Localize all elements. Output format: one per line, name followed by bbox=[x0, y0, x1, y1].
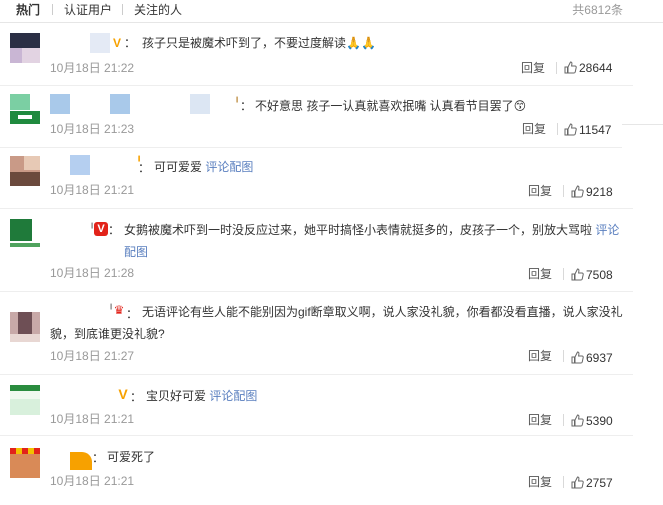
thumbs-up-icon bbox=[564, 61, 577, 74]
comment-item: ： 可爱死了 10月18日 21:21 回复 2757 bbox=[0, 436, 633, 505]
tab-hot[interactable]: 热门 bbox=[16, 3, 40, 17]
thumbs-up-icon bbox=[564, 123, 577, 136]
comment-body: 孩子只是被魔术吓到了，不要过度解读 bbox=[142, 36, 347, 50]
reply-button[interactable]: 回复 bbox=[528, 475, 552, 489]
like-button[interactable]: 2757 bbox=[571, 476, 613, 490]
like-button[interactable]: 5390 bbox=[571, 414, 613, 428]
thumbs-up-icon bbox=[571, 185, 584, 198]
like-count: 9218 bbox=[586, 185, 613, 199]
tab-verified-users[interactable]: 认证用户 bbox=[64, 3, 112, 17]
comment-text: 不好意思 孩子一认真就喜欢抿嘴 认真看节目罢了😙 bbox=[255, 95, 615, 117]
action-divider bbox=[563, 476, 564, 488]
comment-item: ╹ V ： 女鹅被魔术吓到一时没反应过来，她平时搞怪小表情就挺多的，皮孩子一个，… bbox=[0, 209, 633, 292]
orange-v-badge-icon: V bbox=[118, 386, 128, 402]
like-button[interactable]: 9218 bbox=[571, 185, 613, 199]
like-button[interactable]: 11547 bbox=[564, 123, 611, 137]
avatar[interactable] bbox=[10, 385, 40, 415]
comment-body: 可可爱爱 bbox=[154, 160, 206, 174]
action-divider bbox=[556, 62, 557, 74]
comment-timestamp: 10月18日 21:21 bbox=[50, 183, 135, 197]
divider bbox=[622, 124, 663, 125]
like-button[interactable]: 6937 bbox=[571, 351, 613, 365]
avatar[interactable] bbox=[10, 94, 40, 124]
like-count: 7508 bbox=[586, 268, 613, 282]
username-colon: ： bbox=[240, 99, 253, 113]
username-colon: ： bbox=[124, 36, 137, 50]
comment-body: 可爱死了 bbox=[107, 450, 156, 464]
username-link[interactable] bbox=[70, 155, 90, 175]
comment-text: 宝贝好可爱 评论配图 bbox=[146, 385, 616, 407]
username-blur bbox=[190, 94, 210, 114]
thumbs-up-icon bbox=[571, 351, 584, 364]
comment-item: ╹ ♛ ： 无语评论有些人能不能别因为gif断章取义啊，说人家没礼貌，你看都没看… bbox=[0, 292, 633, 375]
action-divider bbox=[563, 414, 564, 426]
reply-button[interactable]: 回复 bbox=[528, 267, 552, 281]
thumbs-up-icon bbox=[571, 268, 584, 281]
username-colon: ： bbox=[138, 161, 151, 175]
kissing-face-emoji: 😙 bbox=[513, 99, 527, 113]
tab-divider bbox=[122, 4, 123, 15]
comment-total-count: 共6812条 bbox=[572, 3, 623, 17]
tab-following[interactable]: 关注的人 bbox=[134, 3, 182, 17]
comment-text: 可可爱爱 评论配图 bbox=[154, 156, 614, 178]
orange-v-badge-icon[interactable] bbox=[70, 452, 92, 470]
comment-timestamp: 10月18日 21:28 bbox=[50, 266, 135, 280]
like-count: 6937 bbox=[586, 351, 613, 365]
comment-image-link[interactable]: 评论配图 bbox=[205, 160, 253, 174]
like-count: 28644 bbox=[579, 61, 613, 75]
comment-timestamp: 10月18日 21:23 bbox=[50, 122, 135, 136]
comment-timestamp: 10月18日 21:22 bbox=[50, 61, 135, 75]
comment-body: 女鹅被魔术吓到一时没反应过来，她平时搞怪小表情就挺多的，皮孩子一个，别放大骂啦 bbox=[124, 223, 596, 237]
username-link[interactable] bbox=[90, 33, 110, 53]
comment-timestamp: 10月18日 21:21 bbox=[50, 474, 135, 488]
reply-button[interactable]: 回复 bbox=[521, 61, 545, 75]
username-blur bbox=[110, 94, 130, 114]
folded-hands-emoji: 🙏🙏 bbox=[346, 36, 376, 50]
comment-text: 孩子只是被魔术吓到了，不要过度解读🙏🙏 bbox=[142, 32, 622, 54]
username-colon: ： bbox=[92, 451, 105, 465]
avatar[interactable] bbox=[10, 156, 40, 186]
comment-filter-tabs: 热门 认证用户 关注的人 共6812条 bbox=[0, 0, 663, 23]
avatar[interactable] bbox=[10, 448, 40, 478]
like-button[interactable]: 28644 bbox=[564, 61, 612, 75]
avatar[interactable] bbox=[10, 312, 40, 342]
tab-divider bbox=[52, 4, 53, 15]
like-count: 11547 bbox=[579, 123, 612, 137]
action-divider bbox=[563, 350, 564, 362]
comment-item: V ： 孩子只是被魔术吓到了，不要过度解读🙏🙏 10月18日 21:22 回复 … bbox=[0, 23, 633, 86]
comment-timestamp: 10月18日 21:27 bbox=[50, 349, 135, 363]
action-divider bbox=[563, 185, 564, 197]
like-button[interactable]: 7508 bbox=[571, 268, 613, 282]
avatar[interactable] bbox=[10, 33, 40, 63]
comment-body: 不好意思 孩子一认真就喜欢抿嘴 认真看节目罢了 bbox=[255, 99, 514, 113]
thumbs-up-icon bbox=[571, 414, 584, 427]
thumbs-up-icon bbox=[571, 476, 584, 489]
reply-button[interactable]: 回复 bbox=[522, 122, 546, 136]
comment-item: ╹ ： 可可爱爱 评论配图 10月18日 21:21 回复 9218 bbox=[0, 148, 633, 209]
comments-panel: 热门 认证用户 关注的人 共6812条 V ： 孩子只是被魔术吓到了，不要过度解… bbox=[0, 0, 663, 505]
avatar[interactable] bbox=[10, 219, 40, 249]
orange-v-badge-icon: V bbox=[112, 36, 121, 50]
reply-button[interactable]: 回复 bbox=[528, 413, 552, 427]
comment-image-link[interactable]: 评论配图 bbox=[209, 389, 257, 403]
like-count: 5390 bbox=[586, 414, 613, 428]
action-divider bbox=[563, 268, 564, 280]
username-link[interactable] bbox=[50, 94, 70, 114]
comment-text: 可爱死了 bbox=[107, 446, 407, 468]
comment-body: 无语评论有些人能不能别因为gif断章取义啊，说人家没礼貌，你看都没看直播，说人家… bbox=[50, 305, 623, 341]
username-colon: ： bbox=[130, 390, 143, 404]
comment-item: V ： 宝贝好可爱 评论配图 10月18日 21:21 回复 5390 bbox=[0, 375, 633, 436]
like-count: 2757 bbox=[586, 476, 613, 490]
reply-button[interactable]: 回复 bbox=[528, 184, 552, 198]
comment-text: 无语评论有些人能不能别因为gif断章取义啊，说人家没礼貌，你看都没看直播，说人家… bbox=[50, 301, 625, 345]
comment-body: 宝贝好可爱 bbox=[146, 389, 210, 403]
comment-item: ╹ ： 不好意思 孩子一认真就喜欢抿嘴 认真看节目罢了😙 10月18日 21:2… bbox=[0, 86, 622, 148]
comment-timestamp: 10月18日 21:21 bbox=[50, 412, 135, 426]
comment-text: 女鹅被魔术吓到一时没反应过来，她平时搞怪小表情就挺多的，皮孩子一个，别放大骂啦 … bbox=[124, 219, 622, 263]
reply-button[interactable]: 回复 bbox=[528, 349, 552, 363]
action-divider bbox=[557, 123, 558, 135]
username-colon: ： bbox=[108, 223, 121, 237]
red-v-badge-icon: V bbox=[94, 222, 108, 236]
